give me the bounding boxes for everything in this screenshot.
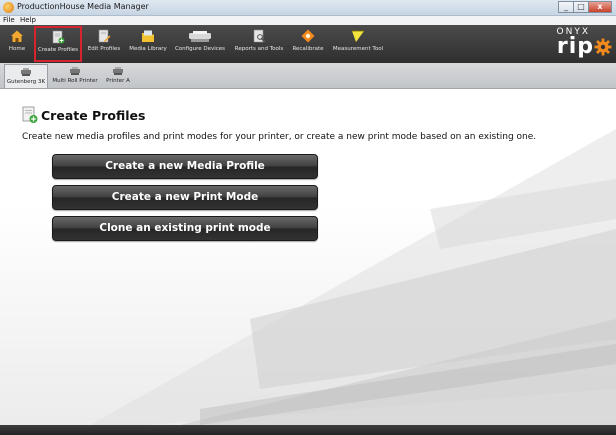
home-icon	[11, 30, 23, 42]
printer-icon	[189, 31, 211, 42]
measurement-icon	[352, 30, 364, 42]
menu-help[interactable]: Help	[20, 16, 36, 25]
page-description: Create new media profiles and print mode…	[22, 132, 537, 142]
gear-icon	[594, 38, 612, 56]
printer-tab-label: Multi Roll Printer	[52, 78, 98, 84]
reports-icon	[253, 29, 266, 43]
toolbar-create-profiles[interactable]: Create Profiles	[34, 26, 82, 62]
toolbar-reports-tools-label: Reports and Tools	[234, 46, 284, 52]
window-titlebar: ProductionHouse Media Manager _ □ x	[0, 0, 616, 16]
menu-bar: File Help	[0, 16, 616, 25]
printer-tab-label: Gutenberg 3K	[6, 79, 46, 85]
toolbar-measurement-tool[interactable]: Measurement Tool	[332, 27, 384, 61]
printer-tab-label: Printer A	[106, 78, 130, 84]
toolbar-configure-devices-label: Configure Devices	[174, 46, 226, 52]
clone-print-mode-button[interactable]: Clone an existing print mode	[52, 216, 318, 241]
toolbar-recalibrate[interactable]: Recalibrate	[290, 27, 326, 61]
create-profiles-icon	[22, 106, 38, 123]
brand-rip: rip	[556, 34, 594, 59]
close-button[interactable]: x	[588, 1, 612, 13]
media-library-icon	[142, 30, 154, 42]
printer-tab-multi-roll[interactable]: Multi Roll Printer	[52, 64, 98, 88]
create-print-mode-button[interactable]: Create a new Print Mode	[52, 185, 318, 210]
window-title: ProductionHouse Media Manager	[17, 2, 149, 11]
edit-profiles-icon	[98, 29, 111, 43]
create-profiles-icon	[52, 30, 65, 44]
toolbar-home[interactable]: Home	[4, 27, 30, 61]
page-header: Create Profiles	[22, 106, 145, 124]
minimize-button[interactable]: _	[558, 1, 574, 13]
printer-tab-gutenberg[interactable]: Gutenberg 3K	[4, 64, 48, 88]
content-area: Create Profiles Create new media profile…	[0, 89, 616, 425]
window-controls: _ □ x	[558, 1, 612, 13]
page-title: Create Profiles	[41, 107, 146, 123]
printer-icon	[113, 67, 123, 75]
menu-file[interactable]: File	[3, 16, 15, 25]
printer-tabs: Gutenberg 3K Multi Roll Printer Printer …	[0, 63, 616, 89]
toolbar-edit-profiles-label: Edit Profiles	[87, 46, 121, 52]
toolbar-configure-devices[interactable]: Configure Devices	[174, 27, 226, 61]
toolbar-edit-profiles[interactable]: Edit Profiles	[86, 27, 122, 61]
toolbar-measurement-tool-label: Measurement Tool	[332, 46, 384, 52]
toolbar-media-library[interactable]: Media Library	[128, 27, 168, 61]
create-media-profile-button[interactable]: Create a new Media Profile	[52, 154, 318, 179]
toolbar-home-label: Home	[8, 46, 26, 52]
printer-icon	[21, 68, 31, 76]
maximize-button[interactable]: □	[573, 1, 589, 13]
onyx-rip-logo: ONYX rip	[556, 27, 594, 59]
toolbar-media-library-label: Media Library	[129, 46, 167, 52]
toolbar-create-profiles-label: Create Profiles	[38, 47, 78, 53]
printer-tab-printer-a[interactable]: Printer A	[102, 64, 134, 88]
toolbar-recalibrate-label: Recalibrate	[292, 46, 324, 52]
app-icon	[3, 2, 14, 13]
status-bar	[0, 425, 616, 435]
recalibrate-icon	[301, 29, 315, 43]
toolbar-reports-tools[interactable]: Reports and Tools	[232, 27, 286, 61]
printer-icon	[70, 67, 80, 75]
main-toolbar: Home Create Profiles Edit Profiles Media…	[0, 25, 616, 63]
